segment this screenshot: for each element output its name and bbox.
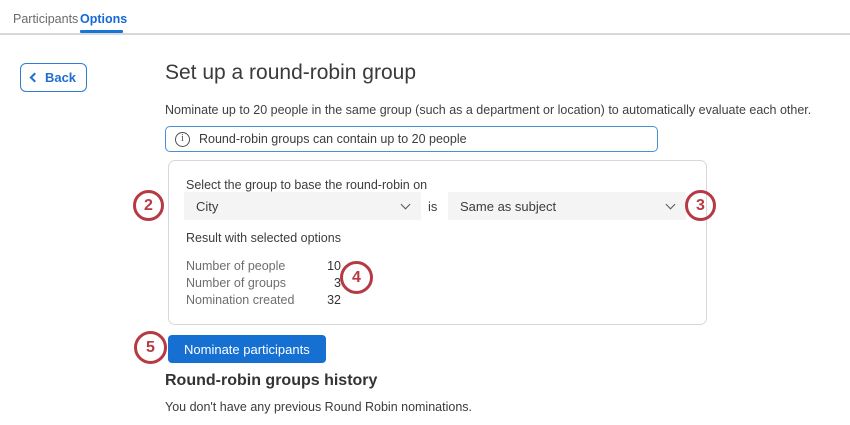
result-label: Nomination created [186,293,308,307]
result-row-nominations: Nomination created 32 [186,291,341,308]
result-rows: Number of people 10 Number of groups 3 N… [186,257,341,308]
result-value: 32 [308,293,341,307]
info-banner-text: Round-robin groups can contain up to 20 … [199,132,467,146]
condition-connector-label: is [428,199,437,214]
page-description: Nominate up to 20 people in the same gro… [165,103,811,117]
chevron-down-icon [401,199,411,209]
result-label: Number of people [186,259,308,273]
history-empty-message: You don't have any previous Round Robin … [165,400,472,414]
tab-bar-divider [0,33,850,35]
annotation-circle-4: 4 [340,261,373,294]
result-value: 10 [308,259,341,273]
info-circle-icon: i [175,132,190,147]
group-dropdown[interactable]: City [184,192,421,220]
result-row-people: Number of people 10 [186,257,341,274]
round-robin-options-panel: Select the group to base the round-robin… [168,160,707,325]
tab-options[interactable]: Options [80,12,127,26]
nominate-participants-button[interactable]: Nominate participants [168,335,326,363]
chevron-left-icon [30,73,40,83]
result-label: Number of groups [186,276,308,290]
chevron-down-icon [666,199,676,209]
tab-participants[interactable]: Participants [13,12,78,26]
history-heading: Round-robin groups history [165,372,377,390]
result-heading: Result with selected options [186,231,341,245]
info-banner: i Round-robin groups can contain up to 2… [165,126,658,152]
dropdown-row: City is Same as subject [169,192,706,220]
tab-bar: Participants Options [0,0,850,34]
condition-dropdown[interactable]: Same as subject [448,192,686,220]
result-row-groups: Number of groups 3 [186,274,341,291]
group-select-label: Select the group to base the round-robin… [186,178,427,192]
annotation-circle-2: 2 [133,190,164,221]
page-title: Set up a round-robin group [165,61,416,85]
group-dropdown-value: City [196,199,402,214]
annotation-circle-5: 5 [134,331,167,364]
back-button[interactable]: Back [20,63,87,92]
condition-dropdown-value: Same as subject [460,199,667,214]
back-button-label: Back [45,70,76,85]
result-value: 3 [308,276,341,290]
annotation-circle-3: 3 [685,190,716,221]
round-robin-setup-screen: Participants Options Back Set up a round… [0,0,850,425]
